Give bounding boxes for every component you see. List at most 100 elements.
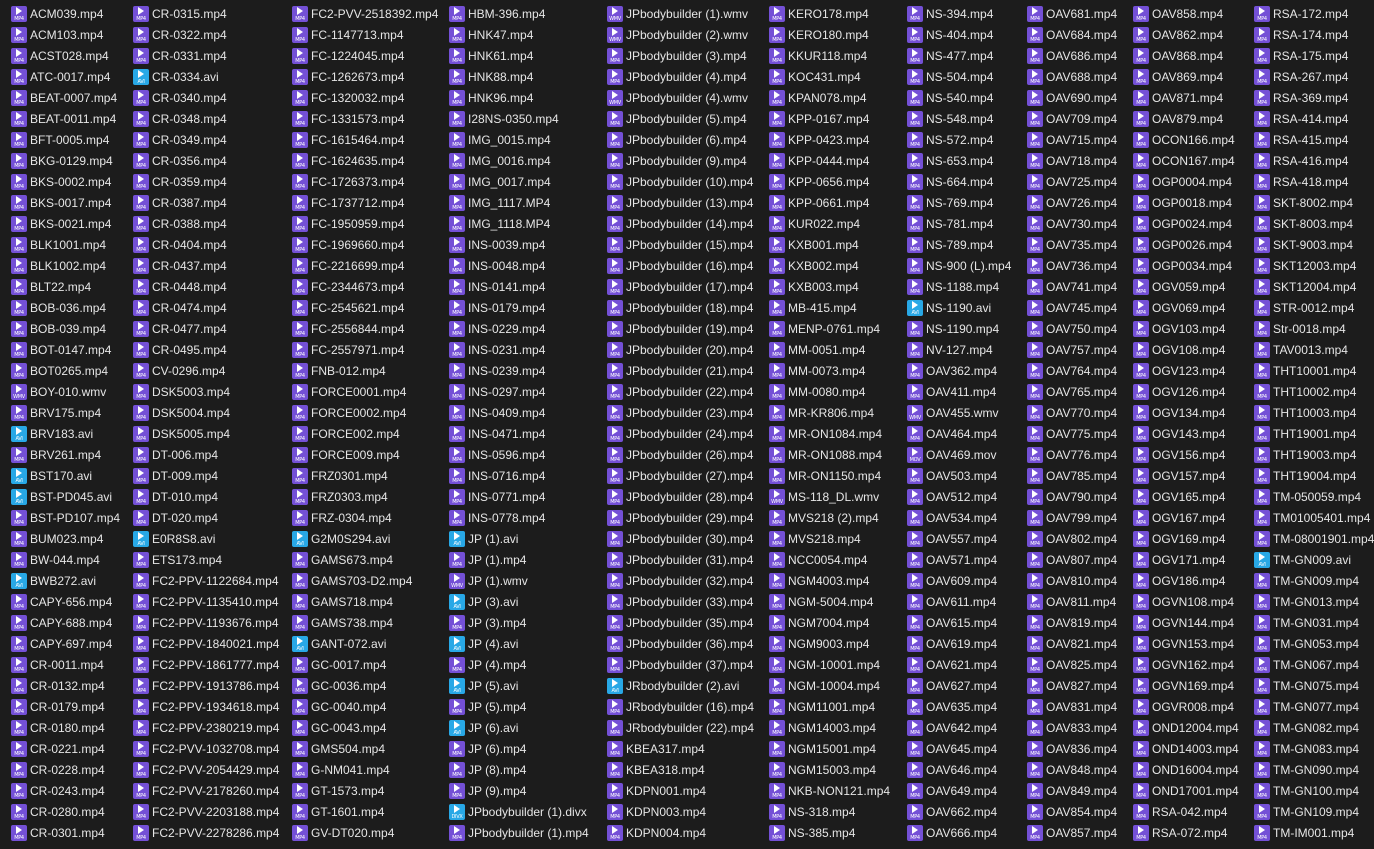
file-item[interactable]: MP4 SKT-8003.mp4 [1254, 213, 1374, 234]
file-item[interactable]: MP4 OAV718.mp4 [1027, 150, 1117, 171]
file-item[interactable]: MP4 THT10003.mp4 [1254, 402, 1374, 423]
file-item[interactable]: MP4 KBEA317.mp4 [607, 738, 754, 759]
file-item[interactable]: MP4 BRV175.mp4 [11, 402, 120, 423]
file-item[interactable]: MP4 JPbodybuilder (22).mp4 [607, 381, 754, 402]
file-item[interactable]: MP4 JPbodybuilder (29).mp4 [607, 507, 754, 528]
file-item[interactable]: MP4 BOB-036.mp4 [11, 297, 120, 318]
file-item[interactable]: MP4 CR-0348.mp4 [133, 108, 279, 129]
file-item[interactable]: MP4 OGV169.mp4 [1133, 528, 1239, 549]
file-item[interactable]: MP4 JPbodybuilder (28).mp4 [607, 486, 754, 507]
file-item[interactable]: MP4 JPbodybuilder (9).mp4 [607, 150, 754, 171]
file-item[interactable]: MP4 BKG-0129.mp4 [11, 150, 120, 171]
file-item[interactable]: MP4 CR-0011.mp4 [11, 654, 120, 675]
file-item[interactable]: MP4 RSA-416.mp4 [1254, 150, 1374, 171]
file-item[interactable]: MP4 OAV807.mp4 [1027, 549, 1117, 570]
file-item[interactable]: MP4 KXB003.mp4 [769, 276, 890, 297]
file-item[interactable]: MP4 FC-1262673.mp4 [292, 66, 438, 87]
file-item[interactable]: MP4 THT19004.mp4 [1254, 465, 1374, 486]
file-item[interactable]: MP4 NGM9003.mp4 [769, 633, 890, 654]
file-item[interactable]: MP4 BKS-0017.mp4 [11, 192, 120, 213]
file-item[interactable]: MP4 RSA-175.mp4 [1254, 45, 1374, 66]
file-item[interactable]: MP4 BW-044.mp4 [11, 549, 120, 570]
file-item[interactable]: MP4 FC2-PVV-2518392.mp4 [292, 3, 438, 24]
file-item[interactable]: MP4 OAV715.mp4 [1027, 129, 1117, 150]
file-item[interactable]: MP4 OAV764.mp4 [1027, 360, 1117, 381]
file-item[interactable]: MP4 BLK1001.mp4 [11, 234, 120, 255]
file-item[interactable]: MP4 TM-GN031.mp4 [1254, 612, 1374, 633]
file-item[interactable]: MP4 NS-781.mp4 [907, 213, 1011, 234]
file-item[interactable]: AVI BST-PD045.avi [11, 486, 120, 507]
file-item[interactable]: MP4 GAMS718.mp4 [292, 591, 438, 612]
file-item[interactable]: MP4 INS-0297.mp4 [449, 381, 589, 402]
file-item[interactable]: MP4 OAV627.mp4 [907, 675, 1011, 696]
file-item[interactable]: MP4 OGP0024.mp4 [1133, 213, 1239, 234]
file-item[interactable]: MP4 NS-900 (L).mp4 [907, 255, 1011, 276]
file-item[interactable]: MP4 CR-0179.mp4 [11, 696, 120, 717]
file-item[interactable]: MP4 OGVN144.mp4 [1133, 612, 1239, 633]
file-item[interactable]: MP4 OND14003.mp4 [1133, 738, 1239, 759]
file-item[interactable]: MP4 NGM15003.mp4 [769, 759, 890, 780]
file-item[interactable]: MP4 HNK61.mp4 [449, 45, 589, 66]
file-item[interactable]: MP4 FC-1950959.mp4 [292, 213, 438, 234]
file-item[interactable]: MP4 OAV609.mp4 [907, 570, 1011, 591]
file-item[interactable]: MP4 NS-394.mp4 [907, 3, 1011, 24]
file-item[interactable]: MP4 JP (9).mp4 [449, 780, 589, 801]
file-item[interactable]: MP4 OCON166.mp4 [1133, 129, 1239, 150]
file-item[interactable]: MP4 FC2-PPV-2380219.mp4 [133, 717, 279, 738]
file-item[interactable]: MP4 DT-006.mp4 [133, 444, 279, 465]
file-item[interactable]: MP4 CAPY-688.mp4 [11, 612, 120, 633]
file-item[interactable]: MP4 NGM14003.mp4 [769, 717, 890, 738]
file-item[interactable]: MP4 JPbodybuilder (3).mp4 [607, 45, 754, 66]
file-item[interactable]: MP4 KKUR118.mp4 [769, 45, 890, 66]
file-item[interactable]: MP4 FNB-012.mp4 [292, 360, 438, 381]
file-item[interactable]: MP4 MENP-0761.mp4 [769, 318, 890, 339]
file-item[interactable]: AVI JP (4).avi [449, 633, 589, 654]
file-item[interactable]: MP4 FC-1224045.mp4 [292, 45, 438, 66]
file-item[interactable]: MP4 OAV662.mp4 [907, 801, 1011, 822]
file-item[interactable]: MP4 CR-0180.mp4 [11, 717, 120, 738]
file-item[interactable]: MP4 FORCE002.mp4 [292, 423, 438, 444]
file-item[interactable]: MP4 OAV681.mp4 [1027, 3, 1117, 24]
file-item[interactable]: MP4 BST-PD107.mp4 [11, 507, 120, 528]
file-item[interactable]: MP4 BLT22.mp4 [11, 276, 120, 297]
file-item[interactable]: MP4 FC-2344673.mp4 [292, 276, 438, 297]
file-item[interactable]: MP4 JPbodybuilder (30).mp4 [607, 528, 754, 549]
file-item[interactable]: MP4 OAV736.mp4 [1027, 255, 1117, 276]
file-item[interactable]: MP4 DSK5004.mp4 [133, 402, 279, 423]
file-item[interactable]: MP4 CR-0356.mp4 [133, 150, 279, 171]
file-item[interactable]: AVI GANT-072.avi [292, 633, 438, 654]
file-item[interactable]: MP4 OAV799.mp4 [1027, 507, 1117, 528]
file-item[interactable]: MP4 FORCE009.mp4 [292, 444, 438, 465]
file-item[interactable]: MP4 TM-GN090.mp4 [1254, 759, 1374, 780]
file-item[interactable]: MP4 OGP0018.mp4 [1133, 192, 1239, 213]
file-item[interactable]: MP4 OGV069.mp4 [1133, 297, 1239, 318]
file-item[interactable]: MP4 OAV833.mp4 [1027, 717, 1117, 738]
file-item[interactable]: MP4 OAV821.mp4 [1027, 633, 1117, 654]
file-item[interactable]: MP4 CR-0243.mp4 [11, 780, 120, 801]
file-item[interactable]: MP4 GT-1601.mp4 [292, 801, 438, 822]
file-item[interactable]: MP4 KXB002.mp4 [769, 255, 890, 276]
file-item[interactable]: MP4 RSA-174.mp4 [1254, 24, 1374, 45]
file-item[interactable]: MP4 STR-0012.mp4 [1254, 297, 1374, 318]
file-item[interactable]: MP4 MM-0080.mp4 [769, 381, 890, 402]
file-item[interactable]: MP4 NS-653.mp4 [907, 150, 1011, 171]
file-item[interactable]: MP4 ETS173.mp4 [133, 549, 279, 570]
file-item[interactable]: MP4 CR-0132.mp4 [11, 675, 120, 696]
file-item[interactable]: MP4 JPbodybuilder (1).mp4 [449, 822, 589, 843]
file-item[interactable]: AVI JP (5).avi [449, 675, 589, 696]
file-item[interactable]: MP4 IMG_0017.mp4 [449, 171, 589, 192]
file-item[interactable]: MP4 OGV186.mp4 [1133, 570, 1239, 591]
file-item[interactable]: MP4 JPbodybuilder (23).mp4 [607, 402, 754, 423]
file-item[interactable]: MP4 OAV757.mp4 [1027, 339, 1117, 360]
file-item[interactable]: MP4 OAV750.mp4 [1027, 318, 1117, 339]
file-item[interactable]: MP4 INS-0596.mp4 [449, 444, 589, 465]
file-item[interactable]: MP4 KXB001.mp4 [769, 234, 890, 255]
file-item[interactable]: MP4 CR-0331.mp4 [133, 45, 279, 66]
file-item[interactable]: MP4 OGVN108.mp4 [1133, 591, 1239, 612]
file-item[interactable]: MP4 OAV642.mp4 [907, 717, 1011, 738]
file-item[interactable]: MP4 JPbodybuilder (32).mp4 [607, 570, 754, 591]
file-item[interactable]: MP4 FC2-PPV-1840021.mp4 [133, 633, 279, 654]
file-item[interactable]: MP4 INS-0771.mp4 [449, 486, 589, 507]
file-item[interactable]: MP4 KOC431.mp4 [769, 66, 890, 87]
file-item[interactable]: MP4 IMG_1118.MP4 [449, 213, 589, 234]
